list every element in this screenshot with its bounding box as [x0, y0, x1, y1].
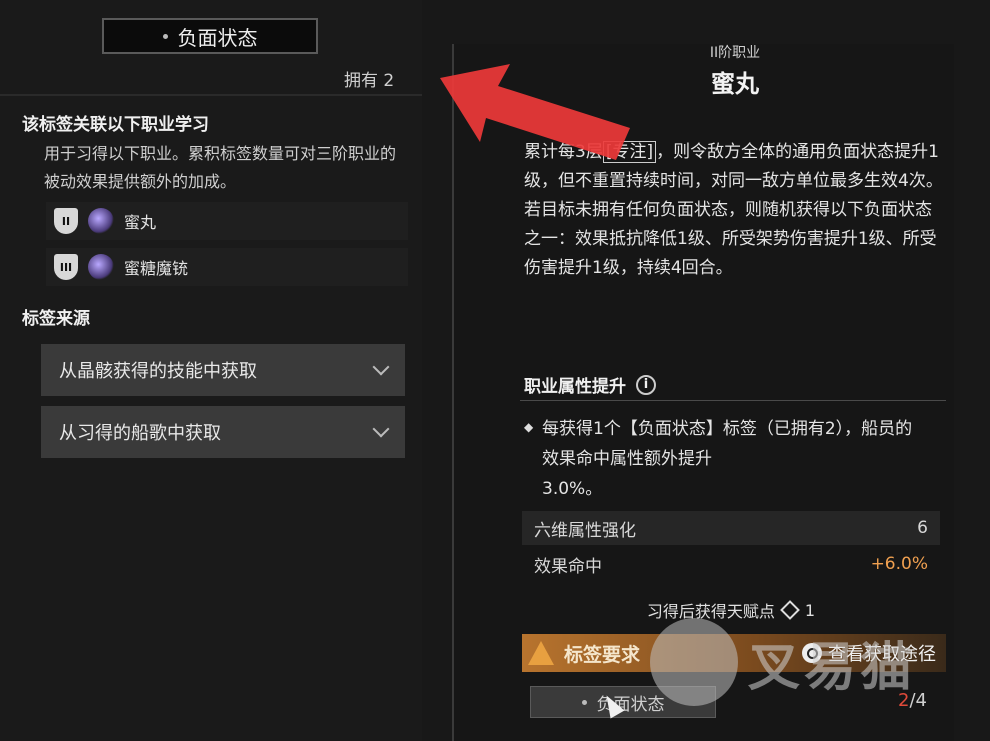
tag-name: 负面状态	[177, 25, 258, 50]
effect-paragraph-2: 若目标未拥有任何负面状态，则随机获得以下负面状态之一：效果抵抗降低1级、所受架势…	[524, 200, 937, 278]
tag-header: 负面状态	[102, 18, 318, 54]
stat-row: 六维属性强化 6	[522, 511, 940, 545]
source-label: 从习得的船歌中获取	[59, 423, 221, 444]
job-portrait-icon	[88, 208, 114, 234]
watermark: 叉易猫	[650, 618, 916, 706]
pointer-arrow-icon	[440, 64, 630, 160]
job-name: 蜜丸	[124, 213, 157, 232]
chevron-down-icon	[372, 358, 390, 376]
source-dropdown-1[interactable]: 从晶骸获得的技能中获取	[41, 344, 405, 396]
talent-value: 1	[804, 600, 816, 620]
rank-badge-icon: II	[54, 208, 78, 234]
info-icon[interactable]: i	[636, 374, 656, 395]
job-row-2[interactable]: III 蜜糖魔铳	[46, 248, 408, 286]
talent-point-icon	[780, 600, 800, 620]
tag-dot-icon	[581, 699, 587, 705]
source-title: 标签来源	[22, 309, 90, 329]
job-row-1[interactable]: II 蜜丸	[46, 202, 408, 240]
attr-title: 职业属性提升 i	[524, 372, 656, 397]
source-label: 从晶骸获得的技能中获取	[59, 361, 257, 382]
source-dropdown-2[interactable]: 从习得的船歌中获取	[41, 406, 405, 458]
stat-name: 效果命中	[534, 556, 602, 577]
rank-badge-icon: III	[54, 254, 78, 280]
owned-count: 拥有 2	[344, 71, 395, 91]
stat-name: 六维属性强化	[534, 520, 636, 541]
job-name: 蜜糖魔铳	[124, 259, 189, 278]
divider	[520, 400, 946, 401]
warning-icon	[528, 641, 554, 665]
linked-jobs-title: 该标签关联以下职业学习	[22, 115, 209, 135]
bonus-desc: 每获得1个【负面状态】标签（已拥有2），船员的效果命中属性额外提升	[542, 419, 913, 469]
chevron-down-icon	[372, 420, 390, 438]
attr-title-text: 职业属性提升	[524, 377, 626, 397]
job-portrait-icon	[88, 254, 114, 280]
stat-value: +6.0%	[870, 554, 928, 574]
stat-row: 效果命中 +6.0%	[522, 547, 940, 581]
req-label: 标签要求	[564, 643, 641, 666]
watermark-logo-icon	[650, 618, 738, 706]
linked-jobs-desc: 用于习得以下职业。累积标签数量可对三阶职业的被动效果提供额外的加成。	[44, 144, 397, 191]
watermark-text: 叉易猫	[748, 637, 917, 698]
bonus-text: 每获得1个【负面状态】标签（已拥有2），船员的效果命中属性额外提升 3.0%。	[524, 414, 924, 504]
bullet-diamond-icon: ◆	[524, 420, 534, 434]
bonus-value: 3.0%。	[542, 479, 603, 499]
tag-detail-panel: 负面状态 拥有 2 该标签关联以下职业学习 用于习得以下职业。累积标签数量可对三…	[0, 0, 422, 741]
job-title: 蜜丸	[711, 70, 759, 98]
tag-dot-icon	[162, 33, 168, 39]
job-tier: II阶职业	[709, 45, 761, 61]
divider	[0, 94, 422, 96]
stat-value: 6	[917, 518, 928, 538]
